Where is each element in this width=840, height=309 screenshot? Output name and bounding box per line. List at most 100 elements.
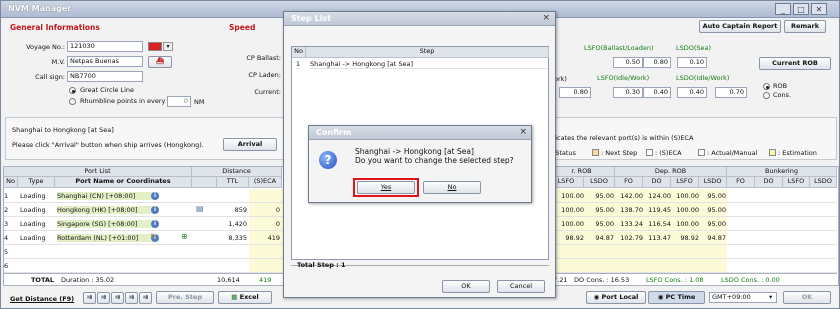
- legend-seca: : (S)ECA: [646, 149, 682, 157]
- excel-button[interactable]: ▦ Excel: [218, 291, 272, 304]
- ship-icon[interactable]: ⛴: [148, 56, 172, 68]
- col-no: No: [4, 177, 18, 188]
- info-icon[interactable]: i: [151, 192, 159, 200]
- callsign-label: Call sign:: [35, 73, 65, 81]
- table-cell-no: 4: [4, 234, 9, 242]
- legend-next-step: : Next Step: [592, 149, 637, 157]
- table-cell-type: Loading: [20, 220, 46, 228]
- table-cell-c3: 133.24: [620, 220, 643, 228]
- rhumbline-label: Rhumbline points in every: [80, 97, 166, 105]
- route-icon[interactable]: ▤: [196, 204, 204, 213]
- edit-icon[interactable]: ✎: [150, 232, 157, 241]
- table-cell-ttl: 8,335: [228, 234, 247, 242]
- great-circle-label: Great Circle Line: [80, 86, 135, 94]
- current-rob-button[interactable]: Current ROB: [759, 57, 831, 70]
- rhumbline-radio[interactable]: [69, 98, 76, 105]
- rhumbline-input[interactable]: 0: [167, 96, 191, 107]
- total-ttl: 10,614: [217, 276, 240, 284]
- table-cell-c5: 98.92: [680, 234, 699, 242]
- maximize-button[interactable]: □: [793, 3, 809, 15]
- eca-note: ndicates the relevant port(s) is within …: [547, 134, 694, 142]
- arrival-hint: Please click "Arrival" button when ship …: [12, 141, 204, 149]
- do-cons: DO Cons. : 16.53: [574, 276, 630, 284]
- tool-icon-2[interactable]: ⇉: [97, 292, 110, 304]
- confirm-titlebar: Confirm ×: [309, 126, 531, 140]
- nm-label: NM: [194, 98, 205, 106]
- table-cell-c5: 100.00: [676, 192, 699, 200]
- table-cell-c5: 100.00: [676, 206, 699, 214]
- rob-label: ROB: [773, 82, 788, 90]
- tool-icon-3[interactable]: ⇉: [111, 292, 124, 304]
- step-ok-button[interactable]: OK: [442, 280, 490, 293]
- table-cell-c4: 113.47: [648, 234, 671, 242]
- tool-icon-1[interactable]: ⇉: [83, 292, 96, 304]
- great-circle-radio[interactable]: [69, 87, 76, 94]
- col-type: Type: [18, 177, 55, 188]
- close-button[interactable]: ✕: [811, 3, 827, 15]
- minimize-button[interactable]: _: [775, 3, 791, 15]
- lsfo-work-input[interactable]: 0.40: [643, 87, 671, 98]
- lsfo-cons: LSFO Cons. : 1.08: [646, 276, 704, 284]
- col-dep-lsdo: LSDO: [699, 177, 727, 188]
- lsfo-ballast-label: LSFO(Ballast/Loaden): [584, 44, 654, 52]
- table-cell-c6: 95.00: [707, 192, 726, 200]
- cons-radio[interactable]: [763, 92, 770, 99]
- table-cell-c2: 95.00: [595, 192, 614, 200]
- port-local-button[interactable]: ◉ Port Local: [586, 291, 646, 304]
- rob-radio[interactable]: [763, 83, 770, 90]
- radio-icon: ◉: [593, 293, 602, 301]
- voyage-input[interactable]: 121030: [67, 41, 143, 52]
- table-cell-c4: 124.00: [648, 192, 671, 200]
- confirm-title: Confirm: [316, 128, 352, 137]
- lsfo-ballast-input[interactable]: 0.50: [613, 57, 643, 68]
- add-port-icon[interactable]: ⊕: [181, 232, 188, 241]
- pc-time-button[interactable]: ◉ PC Time: [648, 291, 705, 304]
- tool-icon-5[interactable]: ⇉: [139, 292, 152, 304]
- work-input[interactable]: 0.80: [559, 87, 591, 98]
- step-col-step: Step: [306, 47, 549, 58]
- lsdo-work-input[interactable]: 0.70: [715, 87, 747, 98]
- table-cell-c4: 119.45: [648, 206, 671, 214]
- yes-button[interactable]: Yes: [357, 181, 415, 194]
- lsdo-idle-input[interactable]: 0.40: [677, 87, 707, 98]
- timezone-dropdown-icon[interactable]: ▾: [769, 293, 772, 301]
- lsdo-sea-input[interactable]: 0.10: [677, 57, 707, 68]
- step-cancel-button[interactable]: Cancel: [497, 280, 545, 293]
- close-icon[interactable]: ×: [542, 13, 550, 23]
- auto-captain-report-button[interactable]: Auto Captain Report: [699, 20, 781, 33]
- step-list-titlebar: Step List ×: [284, 12, 555, 26]
- step-row[interactable]: Shanghai -> Hongkong [at Sea]: [310, 60, 548, 69]
- timezone-select[interactable]: GMT+09:00: [709, 292, 777, 303]
- info-icon[interactable]: i: [151, 206, 159, 214]
- tool-icon-4[interactable]: ⇉: [125, 292, 138, 304]
- total-duration: Duration : 35.02: [61, 276, 115, 284]
- total-label: TOTAL: [31, 276, 55, 284]
- table-cell-c2: 94.87: [595, 234, 614, 242]
- question-icon: ?: [319, 151, 337, 169]
- legend-actual: : Actual/Manual: [698, 149, 757, 157]
- close-icon[interactable]: ×: [519, 127, 527, 137]
- window-title: NVM Manager: [8, 4, 72, 13]
- callsign-input[interactable]: NB7700: [67, 71, 143, 82]
- color-dropdown-icon[interactable]: ▾: [163, 42, 173, 51]
- voyage-label: Voyage No.:: [26, 43, 65, 51]
- pre-step-button[interactable]: Pre. Step: [156, 291, 214, 304]
- table-cell-seca: 0: [275, 206, 280, 214]
- table-cell-c6: 95.00: [707, 220, 726, 228]
- lsfo-laden-input[interactable]: 0.80: [643, 57, 671, 68]
- remark-button[interactable]: Remark: [784, 20, 826, 33]
- cons-label: Cons.: [773, 91, 792, 99]
- route-text: Shanghai to Hongkong [at Sea]: [12, 126, 114, 134]
- no-button[interactable]: No: [423, 181, 481, 194]
- confirm-line1: Shanghai -> Hongkong [at Sea]: [355, 147, 474, 156]
- ok-button[interactable]: OK: [783, 291, 831, 304]
- info-icon[interactable]: i: [151, 220, 159, 228]
- table-cell-no: 6: [4, 262, 9, 270]
- get-distance-link[interactable]: Get Distance (F9): [10, 295, 74, 303]
- arrival-button[interactable]: Arrival: [223, 138, 277, 151]
- color-swatch[interactable]: [148, 42, 162, 51]
- table-cell-port: Hongkong (HK) [+08:00]: [57, 206, 157, 214]
- table-cell-c2: 95.00: [595, 206, 614, 214]
- lsfo-idle-input[interactable]: 0.30: [613, 87, 643, 98]
- mv-input[interactable]: Netpas Buenas: [67, 56, 143, 67]
